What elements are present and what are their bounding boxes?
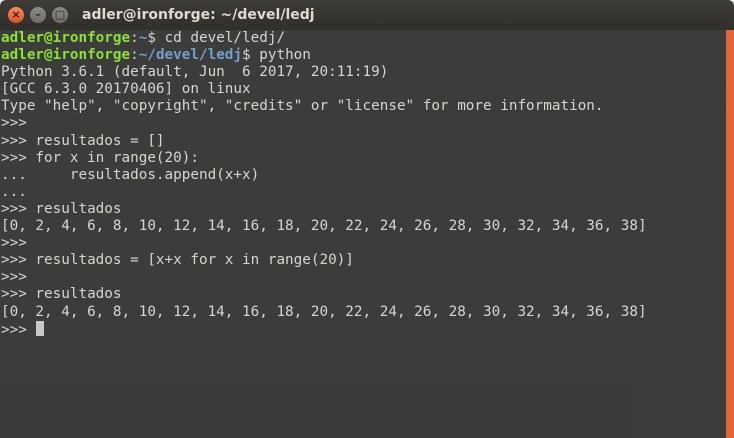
terminal-window: × – □ adler@ironforge: ~/devel/ledj adle… [0, 0, 734, 438]
scrollbar[interactable] [726, 30, 734, 438]
text-cursor [36, 320, 45, 336]
output-line: [0, 2, 4, 6, 8, 10, 12, 14, 16, 18, 20, … [1, 218, 647, 235]
prompt-end: $ [242, 47, 260, 64]
output-line: [GCC 6.3.0 20170406] on linux [1, 81, 251, 98]
prompt-separator: : [130, 47, 139, 64]
prompt-separator: : [130, 30, 139, 46]
command-text: python [259, 47, 311, 64]
close-button[interactable]: × [8, 7, 24, 23]
output-line: ... resultados.append(x+x) [1, 166, 260, 183]
output-line: >>> resultados [1, 200, 122, 217]
minimize-button[interactable]: – [30, 7, 46, 23]
output-line: >>> resultados [1, 286, 122, 303]
output-line: >>> [1, 115, 36, 132]
prompt-line: adler@ironforge:~/devel/ledj$ python [1, 47, 726, 64]
command-text: cd devel/ledj/ [164, 30, 286, 46]
prompt-user: adler@ironforge [1, 30, 131, 46]
maximize-button[interactable]: □ [52, 7, 68, 23]
input-line[interactable]: >>> [1, 320, 726, 338]
output-line: >>> resultados = [x+x for x in range(20)… [1, 252, 354, 269]
output-line: >>> resultados = [] [1, 132, 165, 149]
terminal-output[interactable]: adler@ironforge:~$ cd devel/ledj/ adler@… [0, 30, 726, 438]
title-bar[interactable]: × – □ adler@ironforge: ~/devel/ledj [0, 0, 734, 30]
output-line: ... [1, 183, 27, 200]
prompt-user: adler@ironforge [1, 47, 131, 64]
output-line: >>> [1, 235, 36, 252]
prompt-line: adler@ironforge:~$ cd devel/ledj/ [1, 30, 726, 47]
output-line: [0, 2, 4, 6, 8, 10, 12, 14, 16, 18, 20, … [1, 303, 647, 320]
output-line: Type "help", "copyright", "credits" or "… [1, 98, 604, 115]
window-title: adler@ironforge: ~/devel/ledj [82, 7, 315, 23]
output-line: Python 3.6.1 (default, Jun 6 2017, 20:11… [1, 64, 389, 81]
repl-prompt: >>> [1, 321, 36, 338]
output-line: >>> for x in range(20): [1, 149, 199, 166]
prompt-path: ~/devel/ledj [138, 47, 243, 64]
prompt-end: $ [147, 30, 165, 46]
output-line: >>> [1, 269, 36, 286]
